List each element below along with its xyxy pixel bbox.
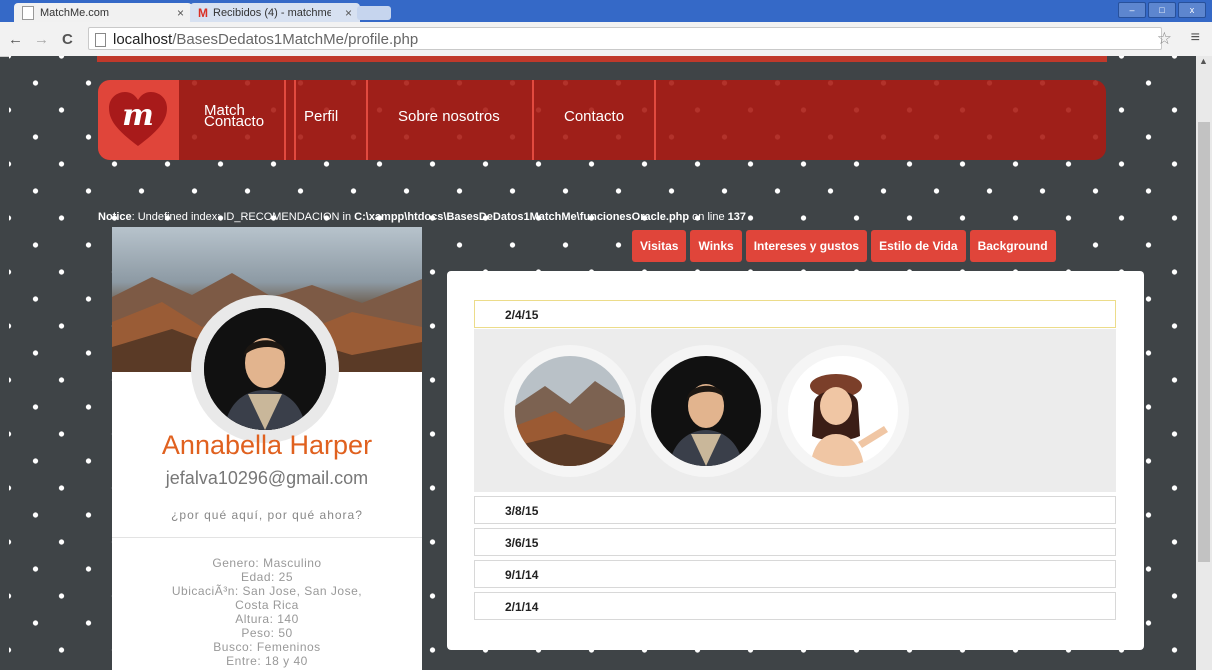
browser-chrome: MatchMe.com × M Recibidos (4) - matchme …	[0, 0, 1212, 57]
nav-divider	[294, 80, 296, 160]
detail-age: Edad: 25	[240, 570, 294, 584]
tab-bar: MatchMe.com × M Recibidos (4) - matchme …	[0, 0, 1212, 22]
profile-name: Annabella Harper	[161, 430, 373, 460]
visitor-thumb-mountain[interactable]	[515, 356, 625, 466]
detail-height: Altura: 140	[235, 612, 299, 626]
mountain-photo	[515, 356, 625, 466]
visit-date-header[interactable]: 3/6/15	[474, 528, 1116, 556]
notice-text: on line	[689, 211, 728, 223]
reload-icon[interactable]: C	[62, 31, 73, 48]
profile-card: Annabella Harper jefalva10296@gmail.com …	[112, 227, 422, 670]
notice-label: Notice	[98, 211, 132, 223]
heart-logo-icon: m	[109, 92, 167, 146]
visits-panel: 2/4/15 3/8/15 3/6/15 9/1/14 2/1/14	[447, 271, 1144, 650]
detail-gender: Genero: Masculino	[212, 556, 322, 570]
address-bar[interactable]: localhost/BasesDedatos1MatchMe/profile.p…	[88, 27, 1162, 50]
page-viewport: m Match Contacto Perfil Sobre nosotros C…	[9, 56, 1196, 670]
new-tab-button[interactable]	[357, 6, 391, 20]
url-path: /BasesDedatos1MatchMe/profile.php	[172, 31, 419, 48]
back-arrow-icon[interactable]: ←	[8, 31, 23, 48]
page-icon	[22, 5, 34, 20]
close-tab-icon[interactable]: ×	[177, 6, 184, 20]
forward-arrow-icon[interactable]: →	[34, 31, 49, 48]
nav-divider	[366, 80, 368, 160]
profile-tabs: Visitas Winks Intereses y gustos Estilo …	[632, 230, 1056, 262]
person-photo	[204, 308, 326, 430]
visit-date-header[interactable]: 3/8/15	[474, 496, 1116, 524]
nav-divider	[654, 80, 656, 160]
page-scrollbar[interactable]: ▲	[1196, 56, 1212, 670]
tab-winks[interactable]: Winks	[690, 230, 742, 262]
browser-tab-matchme[interactable]: MatchMe.com ×	[14, 3, 192, 22]
visit-photos	[474, 329, 1116, 492]
visitor-thumb-man[interactable]	[651, 356, 761, 466]
tab-intereses[interactable]: Intereses y gustos	[745, 230, 868, 262]
scrollbar-thumb[interactable]	[1198, 122, 1210, 562]
detail-seeking: Busco: Femeninos	[213, 640, 321, 654]
gmail-icon: M	[198, 5, 208, 20]
scroll-up-arrow-icon[interactable]: ▲	[1199, 56, 1208, 66]
bookmark-star-icon[interactable]: ☆	[1157, 29, 1172, 49]
maximize-button[interactable]: □	[1148, 2, 1176, 18]
browser-menu-icon[interactable]: ≡	[1191, 29, 1200, 47]
nav-link-perfil[interactable]: Perfil	[304, 108, 338, 125]
tab-background[interactable]: Background	[969, 230, 1056, 262]
nav-divider	[532, 80, 534, 160]
profile-email: jefalva10296@gmail.com	[165, 468, 369, 488]
woman-photo	[788, 356, 898, 466]
detail-location-country: Costa Rica	[235, 598, 299, 612]
url-host: localhost	[113, 31, 173, 48]
nav-link-sobre-nosotros[interactable]: Sobre nosotros	[398, 108, 500, 125]
close-window-button[interactable]: x	[1178, 2, 1206, 18]
browser-tab-gmail[interactable]: M Recibidos (4) - matchme ×	[190, 3, 360, 22]
close-tab-icon[interactable]: ×	[345, 6, 352, 20]
detail-location: UbicaciÃ³n: San Jose, San Jose,	[171, 584, 363, 598]
tab-visitas[interactable]: Visitas	[632, 230, 687, 262]
notice-text: : Undefined index: ID_RECOMENDACION in	[131, 211, 355, 223]
nav-link-contacto-overlap[interactable]: Contacto	[204, 113, 264, 130]
visit-date-header[interactable]: 9/1/14	[474, 560, 1116, 588]
avatar[interactable]	[204, 308, 326, 430]
php-notice: Notice: Undefined index: ID_RECOMENDACIO…	[98, 211, 746, 223]
minimize-button[interactable]: –	[1118, 2, 1146, 18]
browser-toolbar: ← → C localhost/BasesDedatos1MatchMe/pro…	[0, 22, 1212, 57]
notice-line: 137	[727, 211, 747, 223]
logo-letter: m	[122, 98, 154, 133]
profile-details: Genero: Masculino Edad: 25 UbicaciÃ³n: S…	[152, 556, 382, 668]
young-man-photo	[651, 356, 761, 466]
tab-label: MatchMe.com	[40, 6, 110, 19]
main-navbar: m Match Contacto Perfil Sobre nosotros C…	[98, 80, 1106, 160]
nav-divider	[284, 80, 286, 160]
divider	[112, 537, 422, 538]
detail-weight: Peso: 50	[241, 626, 293, 640]
tab-estilo-de-vida[interactable]: Estilo de Vida	[871, 230, 966, 262]
profile-tagline: ¿por qué aquí, por qué ahora?	[171, 508, 363, 522]
tab-label: Recibidos (4) - matchme	[213, 6, 331, 19]
detail-age-range: Entre: 18 y 40	[226, 654, 308, 668]
top-red-strip	[97, 56, 1107, 62]
visitor-thumb-woman[interactable]	[788, 356, 898, 466]
visit-date-header[interactable]: 2/4/15	[474, 300, 1116, 328]
page-icon	[95, 33, 106, 47]
window-controls: – □ x	[1118, 2, 1206, 18]
logo[interactable]: m	[98, 80, 179, 160]
nav-link-contacto[interactable]: Contacto	[564, 108, 624, 125]
visit-date-header[interactable]: 2/1/14	[474, 592, 1116, 620]
notice-path: C:\xampp\htdocs\BasesDeDatos1MatchMe\fun…	[354, 211, 690, 223]
